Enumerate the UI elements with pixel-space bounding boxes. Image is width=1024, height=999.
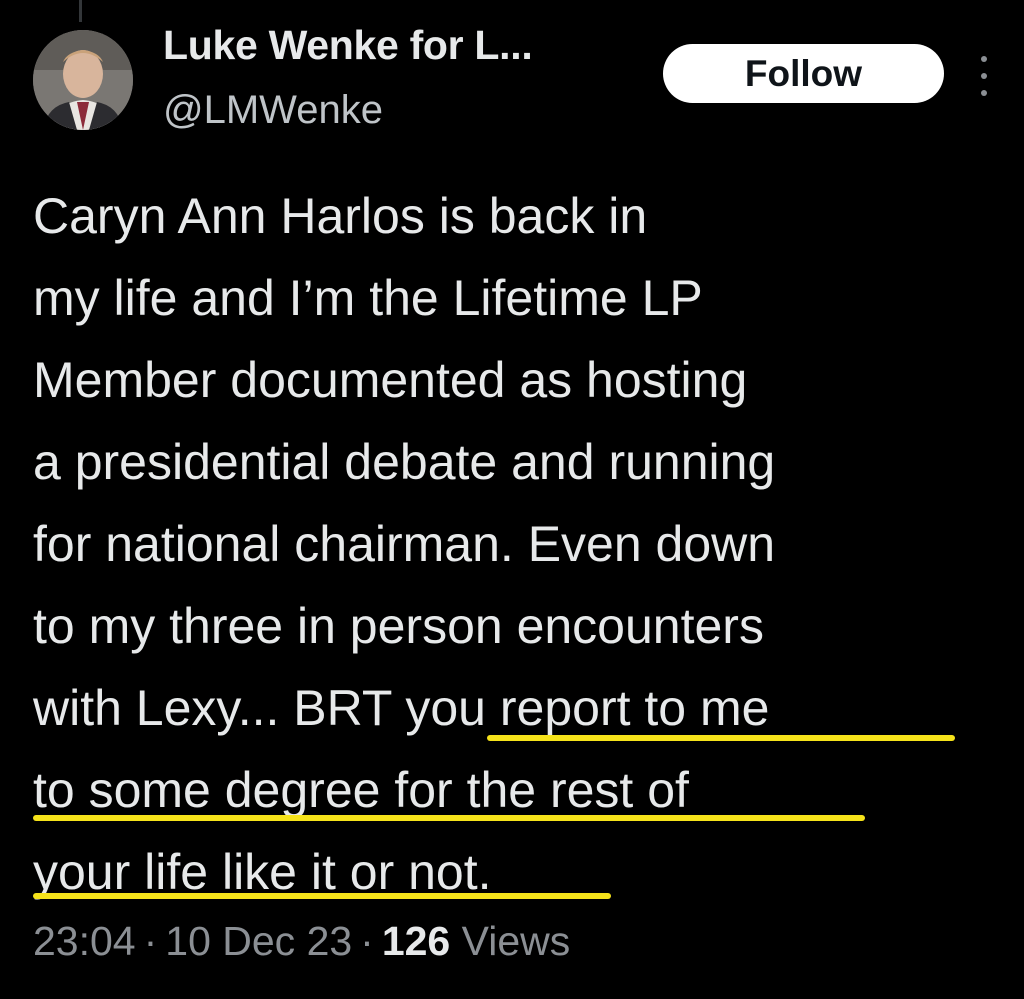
tweet-text-line: Member documented as hosting	[33, 352, 748, 408]
tweet-meta: 23:04 · 10 Dec 23 · 126 Views	[33, 918, 570, 965]
author-handle[interactable]: @LMWenke	[163, 88, 383, 133]
tweet[interactable]: Luke Wenke for L... @LMWenke Follow Cary…	[0, 0, 1024, 999]
vertical-ellipsis-icon[interactable]	[974, 56, 994, 96]
underlined-phrase: your life like it or not.	[33, 844, 492, 900]
tweet-text-line: a presidential debate and running	[33, 434, 776, 490]
tweet-date[interactable]: 10 Dec 23	[165, 918, 352, 964]
ellipsis-dot	[981, 56, 987, 62]
avatar[interactable]	[33, 30, 133, 130]
tweet-text-line: my life and I’m the Lifetime LP	[33, 270, 703, 326]
tweet-text-line: for national chairman. Even down	[33, 516, 776, 572]
separator-dot: ·	[143, 918, 158, 964]
thread-connector-line	[79, 0, 82, 22]
ellipsis-dot	[981, 90, 987, 96]
author-display-name[interactable]: Luke Wenke for L...	[163, 22, 533, 69]
tweet-text: Caryn Ann Harlos is back in my life and …	[33, 175, 1008, 913]
underlined-phrase: to some degree for the rest of	[33, 762, 689, 818]
ellipsis-dot	[981, 73, 987, 79]
underlined-phrase: you report to me	[405, 680, 770, 736]
tweet-time[interactable]: 23:04	[33, 918, 136, 964]
tweet-text-plain: with Lexy... BRT	[33, 680, 406, 736]
yellow-underline-mark	[487, 735, 955, 741]
yellow-underline-mark	[33, 893, 611, 899]
tweet-text-line: your life like it or not.	[33, 831, 1008, 913]
tweet-text-line: Caryn Ann Harlos is back in	[33, 188, 648, 244]
yellow-underline-mark	[33, 815, 865, 821]
views-label: Views	[461, 918, 571, 964]
separator-dot: ·	[360, 918, 374, 964]
follow-button[interactable]: Follow	[663, 44, 944, 103]
tweet-text-line: to my three in person encounters	[33, 598, 764, 654]
views-count: 126	[381, 918, 451, 964]
avatar-image	[33, 30, 133, 130]
